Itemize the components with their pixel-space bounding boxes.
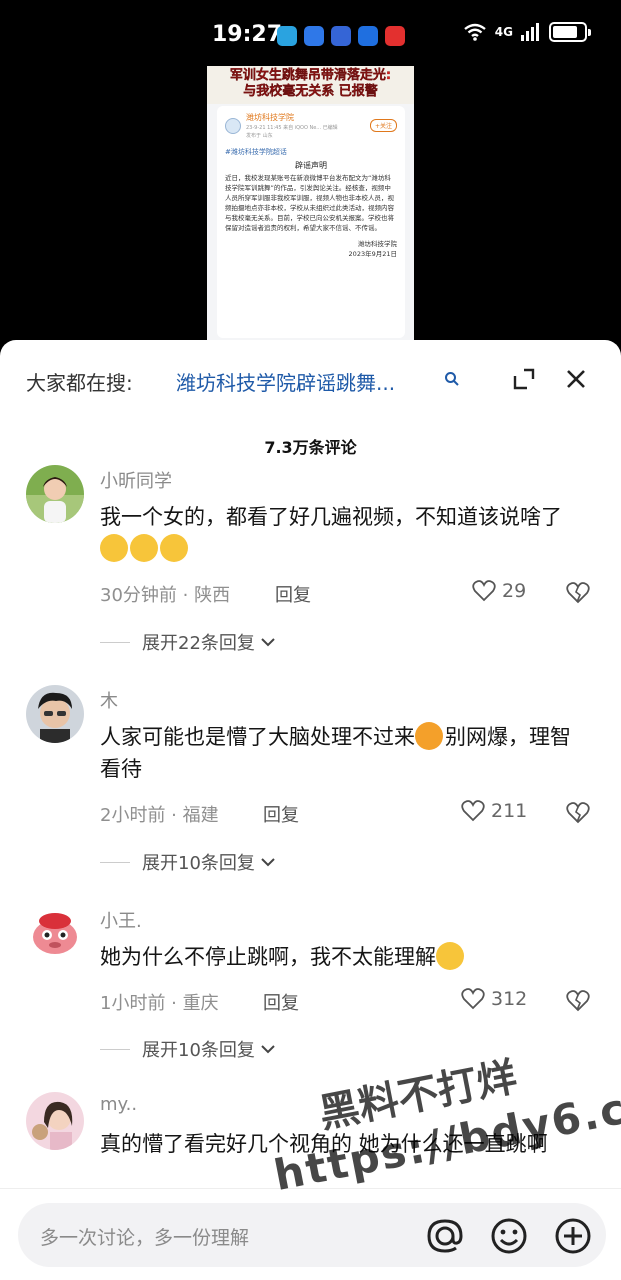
post-avatar [225, 117, 241, 134]
message-icon [304, 26, 324, 46]
laughing-emoji-icon [130, 534, 158, 562]
comment-time-location: 1小时前 · 重庆 [100, 993, 219, 1014]
laughing-emoji-icon [100, 534, 128, 562]
broken-heart-icon[interactable] [566, 990, 590, 1012]
comment-input-placeholder: 多一次讨论，多一份理解 [40, 1227, 250, 1249]
flushed-face-emoji-icon [436, 942, 464, 970]
mention-icon[interactable] [426, 1217, 464, 1255]
like-count: 211 [491, 800, 528, 822]
heart-icon[interactable] [461, 800, 485, 822]
weibo-post-card: 潍坊科技学院 23-9-21 11:45 来自 iQOO Ne... 已编辑 发… [217, 106, 405, 338]
comment-text: 她为什么不停止跳啊，我不太能理解 [100, 941, 588, 973]
post-location: 发布于 山东 [246, 133, 273, 139]
search-suggestion[interactable]: 大家都在搜: 潍坊科技学院辟谣跳舞... [26, 364, 606, 398]
status-time: 19:27 [212, 22, 283, 47]
comment-item: 小昕同学 我一个女的，都看了好几遍视频，不知道该说啥了 30分钟前 · 陕西 回… [0, 465, 621, 665]
reply-button[interactable]: 回复 [275, 581, 311, 607]
comment-time-location: 2小时前 · 福建 [100, 805, 219, 826]
post-body: 近日，我校发现某账号在新浪微博平台发布配文为“潍坊科技学院军训跳舞”的作品，引发… [225, 174, 394, 232]
post-account: 潍坊科技学院 [246, 113, 294, 122]
video-headline: 军训女生跳舞吊带滑落走光: 与我校毫无关系 已报警 [207, 66, 414, 104]
emoji-icon[interactable] [490, 1217, 528, 1255]
status-bar: 19:27 4G [0, 0, 621, 66]
close-icon[interactable] [563, 366, 589, 392]
fullscreen-icon[interactable] [511, 366, 537, 392]
battery-fill [553, 26, 577, 38]
chevron-down-icon [261, 1045, 275, 1054]
comment-username[interactable]: my.. [100, 1094, 137, 1115]
post-follow-badge: +关注 [369, 119, 397, 132]
network-label: 4G [494, 25, 513, 39]
broken-heart-icon[interactable] [566, 802, 590, 824]
battery-icon [549, 22, 591, 42]
hungry-face-emoji-icon [415, 722, 443, 750]
like-button[interactable]: 211 [461, 800, 527, 822]
like-button[interactable]: 312 [461, 988, 527, 1010]
post-title: 辟谣声明 [295, 161, 327, 170]
add-icon[interactable] [554, 1217, 592, 1255]
reply-button[interactable]: 回复 [263, 801, 299, 827]
comment-username[interactable]: 小王. [100, 907, 142, 933]
comment-item: 木 人家可能也是懵了大脑处理不过来 别网爆，理智看待 2小时前 · 福建 回复 2… [0, 685, 621, 885]
comment-input-bar: 多一次讨论，多一份理解 [0, 1188, 621, 1280]
comment-text: 真的懵了看完好几个视角的 她为什么还一直跳啊 [100, 1132, 548, 1156]
expand-replies-button[interactable]: 展开22条回复 [100, 629, 277, 655]
wifi-icon [464, 23, 486, 41]
browser-icon [358, 26, 378, 46]
avatar[interactable] [26, 465, 84, 523]
video-frame[interactable]: 军训女生跳舞吊带滑落走光: 与我校毫无关系 已报警 潍坊科技学院 23-9-21… [207, 66, 414, 348]
notification-icons [277, 26, 405, 46]
comment-input[interactable]: 多一次讨论，多一份理解 [18, 1203, 606, 1267]
expand-replies-button[interactable]: 展开10条回复 [100, 1036, 277, 1062]
comment-username[interactable]: 小昕同学 [100, 467, 172, 493]
avatar[interactable] [26, 905, 84, 963]
signal-icon [521, 23, 539, 41]
post-signature: 潍坊科技学院 2023年9月21日 [348, 240, 397, 258]
app-icon [385, 26, 405, 46]
comment-text: 人家可能也是懵了大脑处理不过来 别网爆，理智看待 [100, 721, 588, 785]
video-preview[interactable]: 军训女生跳舞吊带滑落走光: 与我校毫无关系 已报警 潍坊科技学院 23-9-21… [0, 66, 621, 356]
comment-username[interactable]: 木 [100, 687, 118, 713]
search-query-link[interactable]: 潍坊科技学院辟谣跳舞... [176, 367, 395, 396]
comment-count: 7.3万条评论 [264, 438, 357, 457]
post-topic: #潍坊科技学院超话 [225, 148, 287, 156]
comment-item: my.. 真的懵了看完好几个视角的 她为什么还一直跳啊 [0, 1092, 621, 1192]
expand-replies-button[interactable]: 展开10条回复 [100, 849, 277, 875]
heart-icon[interactable] [472, 580, 496, 602]
comment-sheet: 大家都在搜: 潍坊科技学院辟谣跳舞... 7.3万条评论 小昕同学 我一个女的，… [0, 340, 621, 1280]
like-count: 312 [491, 988, 528, 1010]
comment-time-location: 30分钟前 · 陕西 [100, 585, 231, 606]
like-button[interactable]: 29 [472, 580, 526, 602]
chevron-down-icon [261, 638, 275, 647]
avatar[interactable] [26, 685, 84, 743]
broadcast-icon [331, 26, 351, 46]
heart-icon[interactable] [461, 988, 485, 1010]
search-icon[interactable] [444, 371, 460, 387]
comment-item: 小王. 她为什么不停止跳啊，我不太能理解 1小时前 · 重庆 回复 312 展开… [0, 905, 621, 1075]
reply-button[interactable]: 回复 [263, 989, 299, 1015]
like-count: 29 [502, 580, 527, 602]
search-label: 大家都在搜: [26, 371, 133, 395]
comment-text: 我一个女的，都看了好几遍视频，不知道该说啥了 [100, 501, 588, 565]
telegram-icon [277, 26, 297, 46]
avatar[interactable] [26, 1092, 84, 1150]
post-meta: 23-9-21 11:45 来自 iQOO Ne... 已编辑 [246, 125, 338, 131]
broken-heart-icon[interactable] [566, 582, 590, 604]
laughing-emoji-icon [160, 534, 188, 562]
chevron-down-icon [261, 858, 275, 867]
status-right: 4G [463, 22, 591, 42]
